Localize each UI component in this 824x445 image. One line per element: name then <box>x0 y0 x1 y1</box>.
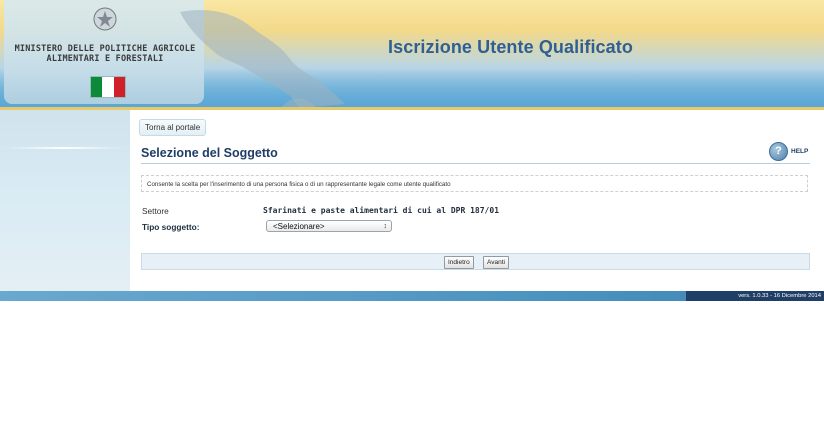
title-divider <box>141 163 810 164</box>
next-button[interactable]: Avanti <box>483 256 509 269</box>
app-title: Iscrizione Utente Qualificato <box>388 37 633 57</box>
emblem-icon <box>93 7 117 31</box>
back-button[interactable]: Indietro <box>444 256 474 269</box>
flag-red <box>113 77 125 97</box>
settore-value: Sfarinati e paste alimentari di cui al D… <box>263 206 500 215</box>
tipo-soggetto-select-value: <Selezionare> <box>273 222 325 231</box>
help-icon[interactable]: ? <box>769 142 788 161</box>
ministry-name: MINISTERO DELLE POLITICHE AGRICOLE ALIME… <box>0 44 210 64</box>
italian-flag-icon <box>90 76 126 98</box>
version-label: vers. 1.0.33 - 16 Dicembre 2014 <box>686 291 824 301</box>
sidebar-divider <box>4 147 124 149</box>
help-button[interactable]: ? HELP <box>769 142 808 161</box>
select-arrows-icon: ↕ <box>383 223 388 230</box>
back-to-portal-button[interactable]: Torna al portale <box>139 119 207 136</box>
settore-label: Settore <box>142 206 169 216</box>
tipo-soggetto-label: Tipo soggetto: <box>142 222 200 232</box>
header-banner: MINISTERO DELLE POLITICHE AGRICOLE ALIME… <box>0 0 824 108</box>
ministry-line-1: MINISTERO DELLE POLITICHE AGRICOLE <box>14 44 196 54</box>
page-title: Selezione del Soggetto <box>141 146 278 160</box>
flag-white <box>102 77 114 97</box>
ministry-line-2: ALIMENTARI E FORESTALI <box>46 54 164 64</box>
sidebar <box>0 110 130 291</box>
flag-green <box>91 77 103 97</box>
help-label[interactable]: HELP <box>791 148 808 155</box>
description-box: Consente la scelta per l'inserimento di … <box>141 175 808 192</box>
button-bar <box>141 253 810 270</box>
tipo-soggetto-select[interactable]: <Selezionare> ↕ <box>266 220 392 232</box>
